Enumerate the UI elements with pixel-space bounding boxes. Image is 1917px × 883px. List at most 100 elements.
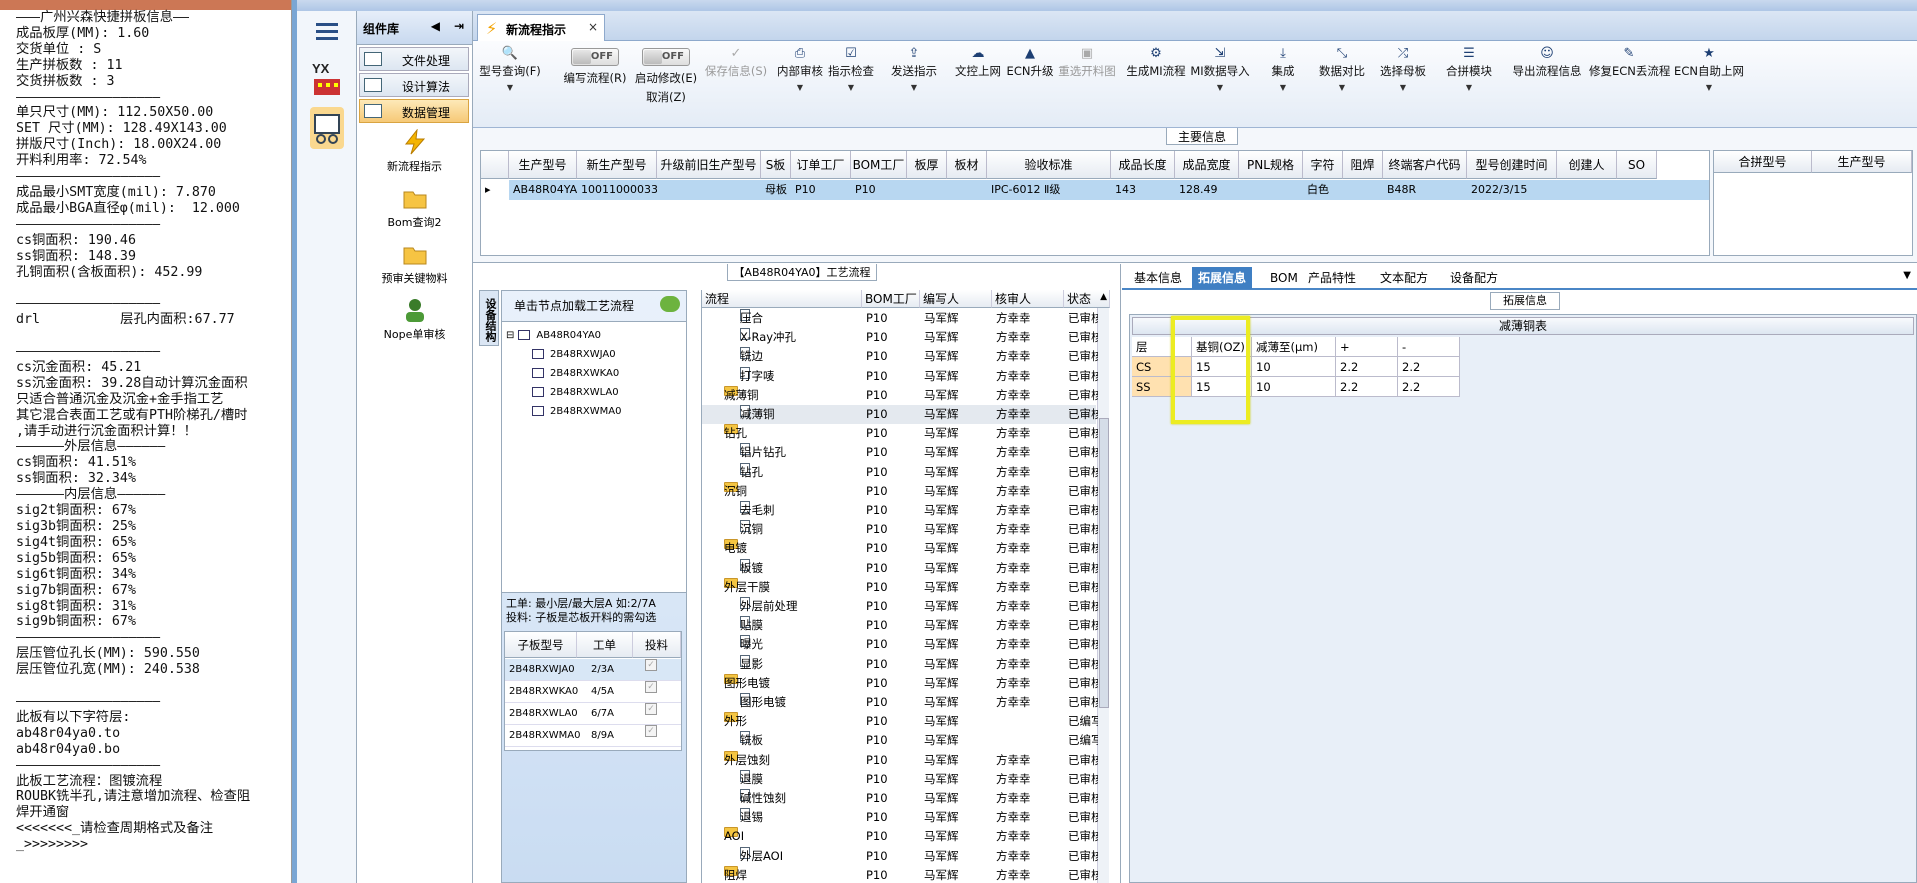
toggle-switch[interactable]: OFF — [571, 48, 619, 66]
chevron-down-icon[interactable]: ▼ — [1669, 83, 1749, 92]
column-header[interactable]: 成品宽度 — [1175, 151, 1239, 179]
column-header[interactable]: BOM工厂 — [851, 151, 907, 179]
flow-step-row[interactable]: 压合 P10 马军辉 方幸幸 已审核 — [702, 309, 1098, 328]
flow-step-row[interactable]: 打字唛 P10 马军辉 方幸幸 已审核 — [702, 366, 1098, 386]
chat-bubble-icon[interactable] — [660, 296, 680, 312]
factory-logo-icon[interactable]: YX — [310, 59, 344, 101]
column-header[interactable]: 升级前旧生产型号 — [657, 151, 761, 179]
table-cell[interactable]: P10 — [851, 180, 907, 200]
table-cell[interactable]: P10 — [791, 180, 851, 200]
tree-node[interactable]: 2B48RXWKA0 — [532, 368, 619, 379]
details-tab[interactable]: 拓展信息 — [1192, 267, 1253, 289]
checkbox[interactable] — [532, 368, 544, 378]
flow-step-row[interactable]: 钻孔 P10 马军辉 方幸幸 已审核 — [702, 424, 1098, 443]
column-header[interactable]: 生产型号 — [1812, 151, 1912, 173]
toolbar-button[interactable]: ☁ 文控上网 — [951, 45, 1005, 79]
tool-nope-review[interactable]: Nope单审核 — [357, 297, 472, 351]
sidebar-item-file[interactable]: 文件处理 — [359, 47, 469, 71]
toolbar-button[interactable]: ✓ 保存信息(S) — [699, 45, 773, 79]
column-header[interactable]: 字符 — [1303, 151, 1343, 179]
table-cell[interactable]: 白色 — [1303, 180, 1343, 200]
table-cell[interactable]: 2.2 — [1336, 377, 1398, 397]
flow-step-row[interactable]: 电镀 P10 马军辉 方幸幸 已审核 — [702, 539, 1098, 558]
table-cell[interactable]: 10 — [1252, 377, 1336, 397]
sidebar-item-data[interactable]: 数据管理 — [359, 99, 469, 123]
flow-step-row[interactable]: 退膜 P10 马军辉 方幸幸 已审核 — [702, 769, 1098, 789]
column-header[interactable]: BOM工厂 — [862, 290, 920, 308]
chevron-down-icon[interactable]: ▼ — [1257, 83, 1309, 92]
column-header[interactable]: 型号创建时间 — [1467, 151, 1557, 179]
toolbar-button[interactable]: ⎙ 内部审核 ▼ — [775, 45, 825, 92]
toolbar-button[interactable]: ✎ 修复ECN丢流程 — [1589, 45, 1670, 79]
toolbar-button[interactable]: ☺ 导出流程信息 — [1509, 45, 1585, 79]
flow-step-row[interactable]: 外层前处理 P10 马军辉 方幸幸 已审核 — [702, 597, 1098, 616]
flow-step-row[interactable]: 图形电镀 P10 马军辉 方幸幸 已审核 — [702, 693, 1098, 712]
flow-step-row[interactable]: 曝光 P10 马军辉 方幸幸 已审核 — [702, 635, 1098, 654]
column-header[interactable]: 验收标准 — [987, 151, 1111, 179]
flow-step-row[interactable]: 减薄铜 P10 马军辉 方幸幸 已审核 — [702, 405, 1098, 424]
checkbox[interactable] — [532, 387, 544, 397]
column-header[interactable]: S板 — [761, 151, 791, 179]
flow-step-row[interactable]: 钻孔 P10 马军辉 方幸幸 已审核 — [702, 462, 1098, 482]
flow-scrollbar[interactable] — [1097, 308, 1109, 883]
calculator-icon[interactable] — [310, 107, 344, 149]
flow-step-row[interactable]: 沉铜 P10 马军辉 方幸幸 已审核 — [702, 481, 1098, 501]
tree-node-root[interactable]: ⊟ AB48R04YA0 — [506, 330, 601, 341]
table-cell[interactable]: 2.2 — [1336, 357, 1398, 377]
tool-bom-query[interactable]: Bom查询2 — [357, 185, 472, 239]
column-header[interactable]: SO — [1617, 151, 1657, 179]
column-header[interactable]: 减薄至(μm) — [1252, 337, 1336, 357]
chevron-down-icon[interactable]: ▼ — [883, 83, 945, 92]
chevron-down-icon[interactable]: ▼ — [825, 83, 877, 92]
tab-new-flow[interactable]: ⚡ 新流程指示 × — [477, 14, 605, 41]
column-header[interactable]: 新生产型号 — [577, 151, 657, 179]
chevron-down-icon[interactable]: ▼ — [1313, 83, 1371, 92]
flow-step-row[interactable]: 退锡 P10 马军辉 方幸幸 已审核 — [702, 808, 1098, 827]
table-row[interactable]: 2B48RXWMA0 8/9A ✓ — [505, 725, 681, 747]
toolbar-button[interactable]: ⤡ 数据对比 ▼ — [1313, 45, 1371, 92]
flow-step-row[interactable]: 图形电镀 P10 马军辉 方幸幸 已审核 — [702, 673, 1098, 693]
toolbar-button[interactable]: ⤮ 选择母板 ▼ — [1369, 45, 1437, 92]
collapse-arrow-icon[interactable]: ◀ — [431, 19, 440, 33]
feed-checkbox[interactable]: ✓ — [645, 703, 657, 715]
table-row[interactable]: 2B48RXWKA0 4/5A ✓ — [505, 681, 681, 703]
table-cell[interactable] — [657, 180, 761, 200]
table-cell[interactable]: B48R — [1383, 180, 1467, 200]
flow-step-row[interactable]: AOI P10 马军辉 方幸幸 已审核 — [702, 827, 1098, 846]
tree-node[interactable]: 2B48RXWMA0 — [532, 406, 621, 417]
table-cell[interactable]: 128.49 — [1175, 180, 1239, 200]
toolbar-button[interactable]: ⇪ 发送指示 ▼ — [883, 45, 945, 92]
table-cell[interactable] — [907, 180, 947, 200]
column-header[interactable]: - — [1398, 337, 1460, 357]
checkbox[interactable] — [518, 330, 531, 340]
checkbox[interactable] — [532, 349, 544, 359]
scrollbar-thumb[interactable] — [1099, 418, 1109, 708]
dropdown-arrow-icon[interactable]: ▼ — [1903, 270, 1911, 281]
table-cell[interactable] — [947, 180, 987, 200]
sort-arrow-icon[interactable]: ▲ — [1100, 292, 1107, 302]
table-cell[interactable]: IPC-6012 Ⅱ级 — [987, 180, 1111, 200]
column-header[interactable]: 订单工厂 — [791, 151, 851, 179]
column-header[interactable]: 成品长度 — [1111, 151, 1175, 179]
column-header[interactable]: + — [1336, 337, 1398, 357]
column-header[interactable]: 创建人 — [1557, 151, 1617, 179]
table-cell[interactable]: 2.2 — [1398, 357, 1460, 377]
table-cell[interactable] — [1343, 180, 1383, 200]
table-cell[interactable] — [1617, 180, 1657, 200]
chevron-down-icon[interactable]: ▼ — [1369, 83, 1437, 92]
flow-step-row[interactable]: 铝片钻孔 P10 马军辉 方幸幸 已审核 — [702, 443, 1098, 462]
flow-step-row[interactable]: 铣板 P10 马军辉 已编写 — [702, 731, 1098, 750]
column-header[interactable]: 阻焊 — [1343, 151, 1383, 179]
column-header[interactable]: 子板型号 — [505, 632, 577, 658]
chevron-down-icon[interactable]: ▼ — [1439, 83, 1499, 92]
toolbar-button[interactable]: ▲ ECN升级 — [1005, 45, 1055, 79]
flow-step-row[interactable]: 外形 P10 马军辉 已编写 — [702, 712, 1098, 731]
column-header[interactable]: 板材 — [947, 151, 987, 179]
tree-expander-icon[interactable]: ⊟ — [506, 330, 514, 341]
toolbar-button[interactable]: ⤓ 集成 ▼ — [1257, 45, 1309, 92]
tree-node[interactable]: 2B48RXWJA0 — [532, 349, 616, 360]
toolbar-button[interactable]: OFF 编写流程(R) — [561, 45, 629, 86]
toolbar-button[interactable]: ☰ 合拼模块 ▼ — [1439, 45, 1499, 92]
table-row[interactable]: 2B48RXWJA0 2/3A ✓ — [505, 659, 681, 681]
column-header[interactable]: 工单 — [577, 632, 633, 658]
